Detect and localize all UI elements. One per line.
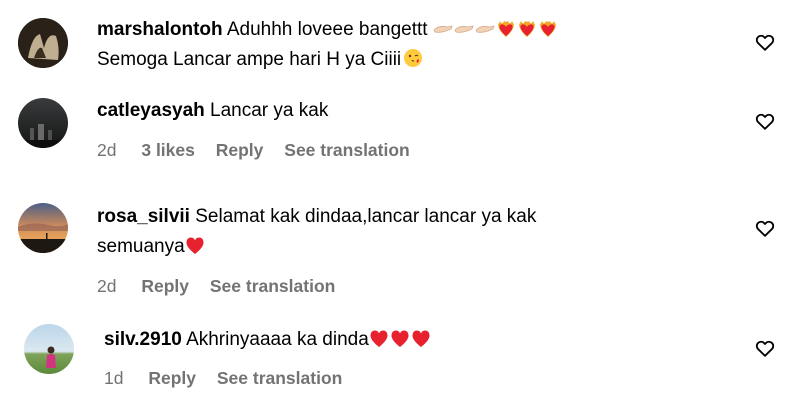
comment-text: silv.2910 Akhrinyaaaa ka dinda [104, 326, 432, 353]
reply-button[interactable]: Reply [216, 140, 264, 160]
see-translation-link[interactable]: See translation [210, 276, 335, 296]
avatar[interactable] [18, 98, 68, 148]
red-heart-emoji [390, 329, 411, 350]
face-blowing-kiss-emoji [401, 49, 423, 70]
reply-button[interactable]: Reply [148, 368, 196, 388]
see-translation-link[interactable]: See translation [217, 368, 342, 388]
username[interactable]: catleyasyah [97, 100, 205, 121]
avatar-image [18, 203, 68, 253]
heart-on-fire-emoji [538, 19, 559, 40]
comment-1: marshalontoh Aduhhh loveee bangettt Semo… [0, 0, 800, 90]
pinching-hand-emoji [433, 19, 454, 40]
username[interactable]: silv.2910 [104, 329, 182, 350]
reply-button[interactable]: Reply [141, 276, 189, 296]
username[interactable]: rosa_silvii [97, 206, 190, 227]
comment-text: catleyasyah Lancar ya kak [97, 97, 328, 124]
comment-body: Selamat kak dindaa,lancar lancar ya kak [195, 206, 537, 227]
comment-2: catleyasyah Lancar ya kak 2d 3 likes Rep… [0, 90, 800, 190]
comment-body: Aduhhh loveee bangettt [226, 19, 428, 40]
comment-text: marshalontoh Aduhhh loveee bangettt [97, 16, 559, 43]
comment-body-line2: semuanya [97, 236, 185, 257]
avatar-image [18, 18, 68, 68]
avatar[interactable] [24, 324, 74, 374]
comment-text-line2: Semoga Lancar ampe hari H ya Ciiii [97, 46, 423, 73]
avatar[interactable] [18, 203, 68, 253]
see-translation-link[interactable]: See translation [284, 140, 409, 160]
like-heart-icon[interactable] [754, 217, 776, 239]
heart-on-fire-emoji [517, 19, 538, 40]
likes-count[interactable]: 3 likes [141, 140, 195, 160]
comment-meta: 2d Reply See translation [97, 276, 351, 297]
red-heart-emoji [411, 329, 432, 350]
comment-body: Akhrinyaaaa ka dinda [186, 329, 369, 350]
avatar-image [18, 98, 68, 148]
like-heart-icon[interactable] [754, 110, 776, 132]
heart-on-fire-emoji [496, 19, 517, 40]
comment-text-line2: semuanya [97, 233, 206, 260]
timestamp: 2d [97, 276, 117, 296]
like-heart-icon[interactable] [754, 31, 776, 53]
red-heart-emoji [185, 236, 206, 257]
avatar[interactable] [18, 18, 68, 68]
comment-text: rosa_silvii Selamat kak dindaa,lancar la… [97, 203, 536, 230]
avatar-image [24, 324, 74, 374]
comment-meta: 2d 3 likes Reply See translation [97, 140, 426, 161]
timestamp: 2d [97, 140, 117, 160]
comment-3: rosa_silvii Selamat kak dindaa,lancar la… [0, 190, 800, 310]
pinching-hand-emoji [454, 19, 475, 40]
comment-body-line2: Semoga Lancar ampe hari H ya Ciiii [97, 49, 402, 70]
red-heart-emoji [369, 329, 390, 350]
like-heart-icon[interactable] [754, 337, 776, 359]
comment-body: Lancar ya kak [210, 100, 329, 121]
username[interactable]: marshalontoh [97, 19, 223, 40]
comment-meta: 1d Reply See translation [104, 368, 358, 389]
comment-4: silv.2910 Akhrinyaaaa ka dinda 1d Reply … [0, 310, 800, 420]
timestamp: 1d [104, 368, 124, 388]
pinching-hand-emoji [475, 19, 496, 40]
